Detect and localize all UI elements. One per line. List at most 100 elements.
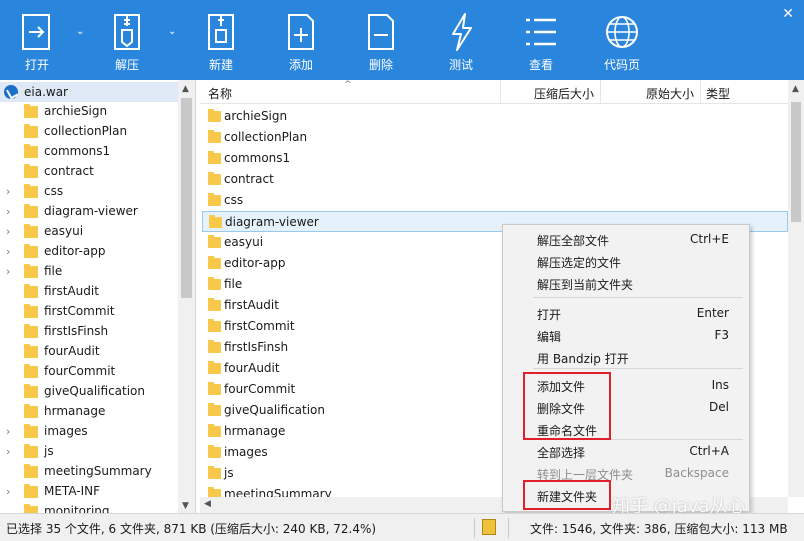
menu-item[interactable]: 解压选定的文件 [503,250,749,272]
new-archive-button[interactable]: 新建 [192,0,250,80]
column-divider[interactable] [600,80,601,104]
file-row-name: archieSign [224,109,288,123]
menu-item-shortcut: Enter [696,306,729,320]
test-button[interactable]: 测试 [432,0,490,80]
extract-button[interactable]: 解压 [98,0,156,80]
tree-item[interactable]: firstCommit [0,302,178,322]
scroll-up-icon[interactable]: ▲ [792,84,799,94]
tree-item[interactable]: meetingSummary [0,462,178,482]
menu-item[interactable]: 用 Bandzip 打开 [503,346,749,368]
list-scroll-thumb[interactable] [791,102,801,222]
close-icon[interactable]: ✕ [782,6,794,22]
expand-chevron-icon[interactable]: › [6,425,10,438]
delete-button[interactable]: 删除 [352,0,410,80]
column-packed-header[interactable]: 压缩后大小 [534,85,594,102]
tree-item-label: firstIsFinsh [44,324,109,338]
tree-item[interactable]: › editor-app [0,242,178,262]
file-row[interactable]: commons1 [202,148,788,169]
open-label: 打开 [24,58,49,72]
tree-item[interactable]: fourCommit [0,362,178,382]
folder-icon [208,403,221,416]
menu-item-label: 全部选择 [537,446,586,460]
tree-item[interactable]: archieSign [0,102,178,122]
tree-item[interactable]: hrmanage [0,402,178,422]
expand-chevron-icon[interactable]: › [6,445,10,458]
open-dropdown-arrow[interactable]: ⌄ [76,26,84,37]
add-file-icon [288,14,314,50]
tree-item[interactable]: › META-INF [0,482,178,502]
extract-dropdown-arrow[interactable]: ⌄ [168,26,176,37]
archive-status: 文件: 1546, 文件夹: 386, 压缩包大小: 113 MB [530,522,788,536]
tree-item[interactable]: › js [0,442,178,462]
tree-item-label: diagram-viewer [44,204,138,218]
delete-label: 删除 [368,58,393,72]
menu-item-shortcut: Ctrl+E [690,232,729,246]
tree-item[interactable]: giveQualification [0,382,178,402]
folder-icon [208,172,221,185]
folder-icon [24,244,38,258]
menu-item[interactable]: 全部选择 Ctrl+A [503,440,749,462]
folder-icon [208,151,221,164]
tree-scrollbar[interactable]: ▲ ▼ [178,80,195,513]
tree-item-label: fourAudit [44,344,100,358]
menu-item[interactable]: 解压全部文件 Ctrl+E [503,228,749,250]
tree-item[interactable]: commons1 [0,142,178,162]
add-button[interactable]: 添加 [272,0,330,80]
folder-icon [24,364,38,378]
tree-item[interactable]: firstAudit [0,282,178,302]
tree-item[interactable]: monitoring [0,502,178,513]
scroll-left-icon[interactable]: ◀ [204,499,211,509]
tree-root-item[interactable]: eia.war [0,82,178,102]
expand-chevron-icon[interactable]: › [6,205,10,218]
tree-item[interactable]: › diagram-viewer [0,202,178,222]
menu-item[interactable]: 编辑 F3 [503,324,749,346]
tree-item[interactable]: › images [0,422,178,442]
file-row[interactable]: collectionPlan [202,127,788,148]
column-divider[interactable] [500,80,501,104]
tree-item-label: editor-app [44,244,106,258]
expand-chevron-icon[interactable]: › [6,185,10,198]
column-name-header[interactable]: 名称 [208,85,232,102]
view-button[interactable]: 查看 [512,0,570,80]
tree-scroll-thumb[interactable] [181,98,192,298]
open-button[interactable]: 打开 [8,0,66,80]
menu-item[interactable]: 打开 Enter [503,302,749,324]
file-row[interactable]: contract [202,169,788,190]
sort-ascending-icon: ^ [344,80,352,90]
menu-separator [533,368,743,369]
expand-chevron-icon[interactable]: › [6,225,10,238]
expand-chevron-icon[interactable]: › [6,245,10,258]
list-scrollbar[interactable]: ▲ [788,80,804,497]
folder-icon [24,104,38,118]
expand-chevron-icon[interactable]: › [6,485,10,498]
tree-item[interactable]: › css [0,182,178,202]
scroll-down-icon[interactable]: ▼ [182,501,189,511]
folder-icon [24,284,38,298]
tree-item[interactable]: collectionPlan [0,122,178,142]
column-divider[interactable] [700,80,701,104]
tree-item[interactable]: › file [0,262,178,282]
file-row[interactable]: css [202,190,788,211]
file-row-name: collectionPlan [224,130,308,144]
folder-icon [24,504,38,513]
column-type-header[interactable]: 类型 [706,85,730,102]
expand-chevron-icon[interactable]: › [6,265,10,278]
file-row-name: images [224,445,268,459]
tree-item[interactable]: fourAudit [0,342,178,362]
file-row-name: js [224,466,234,480]
menu-item-shortcut: Ctrl+A [689,444,729,458]
file-row[interactable]: archieSign [202,106,788,127]
tree-item[interactable]: firstIsFinsh [0,322,178,342]
column-original-header[interactable]: 原始大小 [646,85,694,102]
folder-icon [208,298,221,311]
menu-item[interactable]: 解压到当前文件夹 [503,272,749,294]
tree-item[interactable]: › easyui [0,222,178,242]
scroll-up-icon[interactable]: ▲ [182,84,189,94]
codepage-label: 代码页 [603,58,640,72]
tree-item[interactable]: contract [0,162,178,182]
menu-item-label: 编辑 [537,330,562,344]
folder-icon [209,215,222,228]
folder-icon [24,344,38,358]
folder-icon [24,144,38,158]
codepage-button[interactable]: 代码页 [590,0,654,80]
